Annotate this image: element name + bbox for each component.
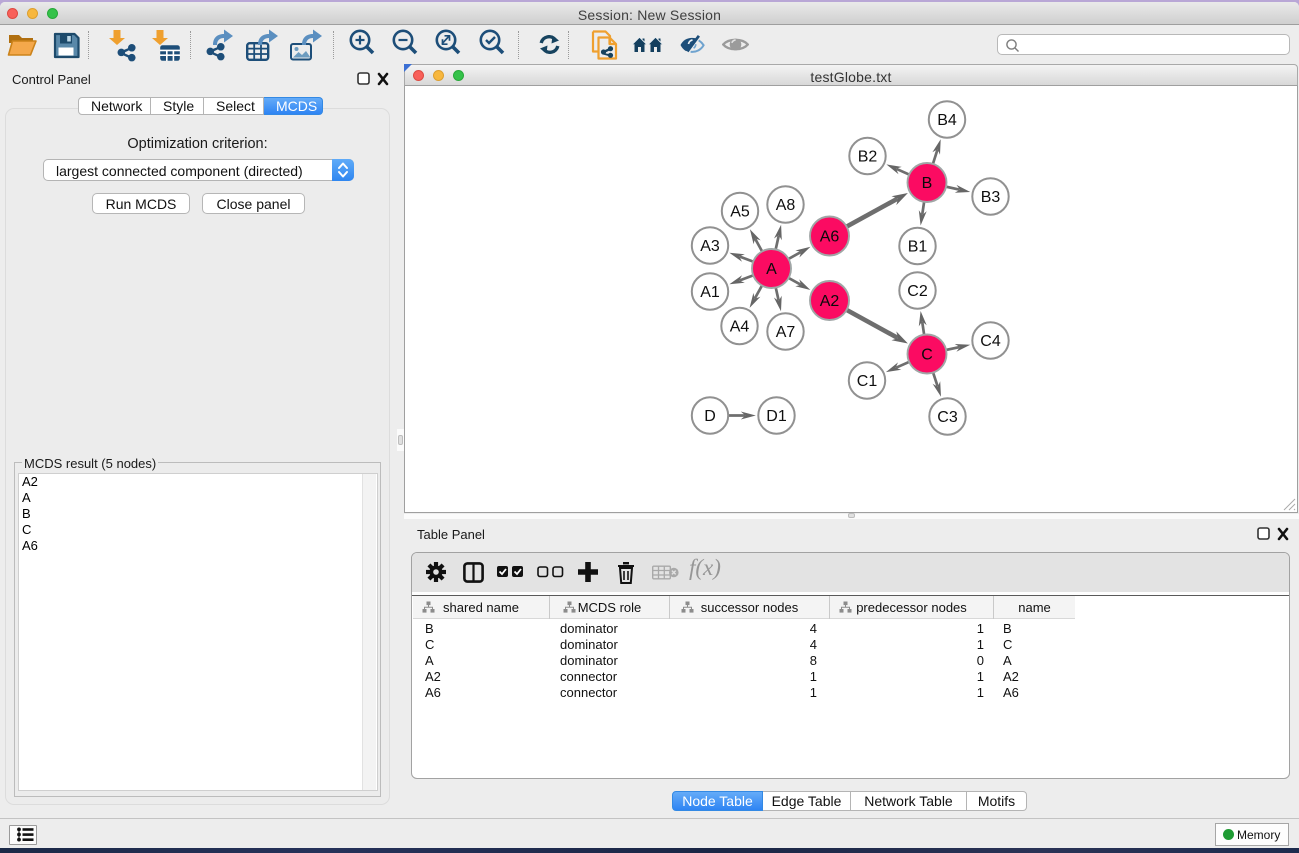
svg-text:C: C: [921, 347, 933, 364]
svg-text:B2: B2: [858, 149, 878, 166]
svg-text:B4: B4: [937, 112, 957, 129]
svg-text:A: A: [766, 261, 777, 278]
svg-text:B3: B3: [981, 189, 1001, 206]
svg-text:C3: C3: [937, 409, 958, 426]
svg-text:D1: D1: [766, 408, 787, 425]
svg-text:B: B: [922, 175, 933, 192]
svg-text:C4: C4: [980, 333, 1001, 350]
svg-text:A8: A8: [776, 197, 796, 214]
svg-text:A4: A4: [730, 319, 750, 336]
svg-text:A3: A3: [700, 238, 720, 255]
svg-text:A5: A5: [730, 204, 750, 221]
svg-text:C2: C2: [907, 283, 928, 300]
svg-text:B1: B1: [908, 239, 928, 256]
svg-text:A2: A2: [820, 293, 840, 310]
svg-text:C1: C1: [857, 373, 878, 390]
svg-text:D: D: [704, 408, 716, 425]
svg-text:A1: A1: [700, 284, 720, 301]
svg-text:A6: A6: [820, 229, 840, 246]
svg-text:A7: A7: [776, 324, 796, 341]
